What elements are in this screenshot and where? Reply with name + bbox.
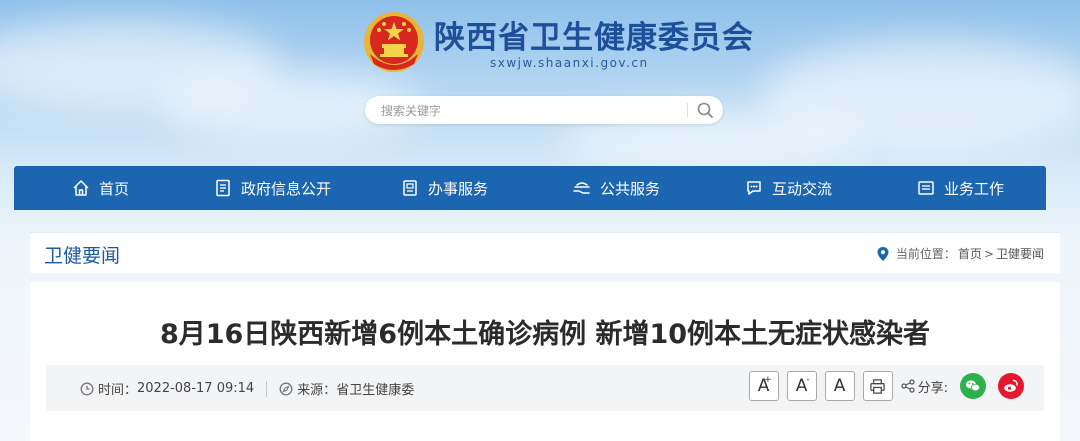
- font-increase-button[interactable]: A +: [748, 371, 779, 401]
- compass-icon: [279, 382, 293, 395]
- breadcrumb-current-link[interactable]: 卫健要闻: [996, 245, 1044, 262]
- nav-item-services[interactable]: 办事服务: [358, 166, 530, 210]
- share-icon: [901, 379, 915, 393]
- chat-icon: [747, 181, 761, 195]
- search-input[interactable]: [379, 100, 683, 122]
- site-title: 陕西省卫生健康委员会: [434, 20, 754, 56]
- article: 8月16日陕西新增6例本土确诊病例 新增10例本土无症状感染者 时间： 2022…: [30, 282, 1060, 441]
- wechat-share-button[interactable]: [960, 373, 986, 399]
- breadcrumb: 当前位置： 首页 > 卫健要闻: [877, 245, 1044, 262]
- publish-time: 2022-08-17 09:14: [137, 381, 255, 396]
- article-tools: A + A- A 分享:: [741, 371, 1024, 401]
- source-label: 来源：: [297, 383, 337, 398]
- breadcrumb-prefix: 当前位置：: [895, 247, 956, 261]
- nav-item-label: 首页: [98, 179, 129, 198]
- nav-item-interaction[interactable]: 互动交流: [702, 166, 874, 210]
- minus-sign: -: [806, 375, 810, 385]
- breadcrumb-separator: >: [983, 246, 994, 261]
- location-pin-icon: [877, 246, 889, 261]
- hand-service-icon: [573, 182, 590, 194]
- breadcrumb-home-link[interactable]: 首页: [958, 245, 982, 262]
- font-decrease-button[interactable]: A-: [786, 371, 817, 401]
- folder-icon: [918, 181, 934, 195]
- article-title: 8月16日陕西新增6例本土确诊病例 新增10例本土无症状感染者: [159, 319, 931, 350]
- plus-sign: +: [764, 375, 772, 385]
- home-icon: [73, 180, 89, 196]
- search-box: [365, 96, 723, 124]
- share-text: 分享:: [917, 380, 948, 396]
- nav-item-public-services[interactable]: 公共服务: [530, 166, 702, 210]
- meta-separator: [266, 380, 268, 397]
- nav-item-label: 业务工作: [943, 179, 1004, 198]
- nav-item-home[interactable]: 首页: [14, 166, 186, 210]
- share-label: 分享:: [901, 377, 948, 396]
- article-meta-bar: 时间： 2022-08-17 09:14 来源： 省卫生健康委 A + A- A …: [46, 365, 1044, 411]
- search-divider: [687, 103, 688, 117]
- article-meta: 时间： 2022-08-17 09:14 来源： 省卫生健康委: [80, 379, 414, 398]
- weibo-icon: [1004, 379, 1018, 392]
- nav-item-gov-info[interactable]: 政府信息公开: [186, 166, 358, 210]
- font-reset-label: A: [833, 376, 846, 396]
- nav-item-label: 政府信息公开: [240, 179, 331, 198]
- site-logo[interactable]: 陕西省卫生健康委员会 sxwjw.shaanxi.gov.cn: [362, 8, 753, 80]
- national-emblem-icon: [364, 12, 424, 72]
- printer-icon: [870, 378, 885, 394]
- print-button[interactable]: [862, 371, 893, 401]
- search-icon[interactable]: [696, 101, 714, 119]
- section-header: 卫健要闻 当前位置： 首页 > 卫健要闻: [30, 232, 1060, 273]
- main-nav: 首页 政府信息公开 办事服务 公共服务 互动交流 业务工作: [14, 166, 1046, 210]
- document-icon: [216, 179, 230, 197]
- site-domain: sxwjw.shaanxi.gov.cn: [490, 56, 649, 70]
- clipboard-icon: [403, 180, 417, 196]
- time-label: 时间：: [98, 383, 138, 398]
- font-reset-button[interactable]: A: [824, 371, 855, 401]
- wechat-icon: [966, 380, 981, 392]
- weibo-share-button[interactable]: [998, 373, 1024, 399]
- clock-icon: [80, 382, 94, 395]
- nav-item-label: 公共服务: [599, 179, 660, 198]
- nav-item-label: 办事服务: [427, 179, 488, 198]
- article-source: 省卫生健康委: [336, 383, 415, 398]
- nav-item-business[interactable]: 业务工作: [874, 166, 1046, 210]
- section-title: 卫健要闻: [44, 245, 121, 267]
- nav-item-label: 互动交流: [771, 179, 832, 198]
